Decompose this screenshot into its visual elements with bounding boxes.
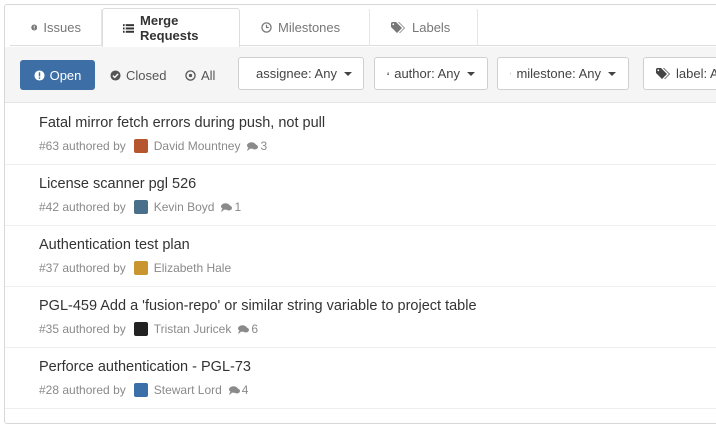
list-item: Fatal mirror fetch errors during push, n… — [5, 104, 716, 165]
compass-icon — [185, 69, 196, 81]
comments-icon — [247, 141, 259, 151]
author-link[interactable]: Stewart Lord — [154, 383, 222, 397]
list-item: Perforce authentication - PGL-73 #28 aut… — [5, 348, 716, 409]
merge-request-title-link[interactable]: Perforce authentication - PGL-73 — [39, 357, 716, 377]
label-dropdown-label: label: A — [676, 66, 716, 81]
comments-number: 4 — [241, 383, 249, 397]
tab-labels-label: Labels — [412, 20, 451, 35]
tab-labels[interactable]: Labels — [370, 8, 478, 46]
state-closed-label: Closed — [126, 67, 167, 83]
merge-request-meta: #28 authored by Stewart Lord 4 — [39, 382, 716, 398]
avatar — [133, 383, 148, 397]
merge-request-id: #35 authored by — [39, 322, 126, 336]
author-dropdown-label: author: Any — [394, 66, 460, 81]
merge-request-title-link[interactable]: Fatal mirror fetch errors during push, n… — [39, 113, 716, 133]
milestone-dropdown-label: milestone: Any — [516, 66, 601, 81]
comments-count: 3 — [247, 139, 267, 153]
list-item: PGL-459 Add a 'fusion-repo' or similar s… — [5, 287, 716, 348]
exclamation-circle-icon — [31, 24, 38, 31]
comments-number: 3 — [260, 139, 268, 153]
comments-count: 6 — [238, 322, 258, 336]
clock-icon — [510, 72, 512, 75]
comments-icon — [238, 324, 250, 334]
author-link[interactable]: David Mountney — [154, 139, 241, 153]
author-dropdown[interactable]: author: Any — [374, 57, 488, 90]
merge-request-meta: #42 authored by Kevin Boyd 1 — [39, 199, 716, 215]
avatar — [133, 322, 148, 336]
caret-down-icon — [467, 71, 475, 76]
tab-issues[interactable]: Issues — [10, 8, 102, 46]
state-closed-button[interactable]: Closed — [102, 60, 174, 90]
nav-tabs: Issues Merge Requests Milestones Labels — [10, 8, 716, 47]
comments-icon — [221, 202, 233, 212]
state-open-button[interactable]: Open — [20, 60, 95, 90]
merge-request-title-link[interactable]: PGL-459 Add a 'fusion-repo' or similar s… — [39, 296, 716, 316]
author-link[interactable]: Elizabeth Hale — [154, 261, 231, 275]
clock-icon — [261, 22, 272, 33]
caret-down-icon — [608, 71, 616, 76]
comments-count: 4 — [228, 383, 249, 397]
state-open-label: Open — [49, 67, 82, 83]
merge-request-id: #42 authored by — [39, 200, 126, 214]
comments-number: 6 — [251, 322, 259, 336]
comments-icon — [228, 385, 240, 395]
avatar — [133, 261, 148, 275]
merge-request-meta: #63 authored by David Mountney 3 — [39, 138, 716, 154]
comments-count: 1 — [221, 200, 241, 214]
milestone-dropdown[interactable]: milestone: Any — [497, 57, 629, 90]
merge-request-icon — [123, 23, 135, 33]
merge-request-list: Fatal mirror fetch errors during push, n… — [5, 104, 716, 409]
merge-request-meta: #37 authored by Elizabeth Hale — [39, 260, 716, 276]
assignee-dropdown[interactable]: assignee: Any — [238, 57, 364, 90]
assignee-dropdown-label: assignee: Any — [256, 66, 337, 81]
list-item: License scanner pgl 526 #42 authored by … — [5, 165, 716, 226]
comments-number: 1 — [234, 200, 242, 214]
tab-milestones-label: Milestones — [278, 20, 341, 35]
merge-request-title-link[interactable]: Authentication test plan — [39, 235, 716, 255]
avatar — [133, 139, 148, 153]
tags-icon — [656, 68, 670, 79]
state-all-label: All — [201, 67, 216, 83]
merge-request-id: #63 authored by — [39, 139, 126, 153]
merge-request-meta: #35 authored by Tristan Juricek 6 — [39, 321, 716, 337]
author-link[interactable]: Kevin Boyd — [154, 200, 215, 214]
merge-request-id: #37 authored by — [39, 261, 126, 275]
check-circle-icon — [110, 69, 121, 81]
exclamation-circle-icon — [34, 69, 45, 81]
caret-down-icon — [343, 71, 352, 76]
tab-merge-requests-label: Merge Requests — [140, 13, 199, 43]
merge-request-title-link[interactable]: License scanner pgl 526 — [39, 174, 716, 194]
tags-icon — [391, 22, 405, 33]
filter-bar: Open Closed All assignee: Any author: An… — [5, 47, 716, 103]
state-all-button[interactable]: All — [177, 60, 223, 90]
tab-merge-requests[interactable]: Merge Requests — [102, 8, 240, 47]
label-dropdown[interactable]: label: A — [643, 57, 716, 90]
avatar — [133, 200, 148, 214]
tab-issues-label: Issues — [43, 20, 81, 35]
list-item: Authentication test plan #37 authored by… — [5, 226, 716, 287]
tab-milestones[interactable]: Milestones — [240, 8, 370, 46]
merge-request-id: #28 authored by — [39, 383, 126, 397]
user-icon — [387, 72, 390, 75]
author-link[interactable]: Tristan Juricek — [154, 322, 232, 336]
